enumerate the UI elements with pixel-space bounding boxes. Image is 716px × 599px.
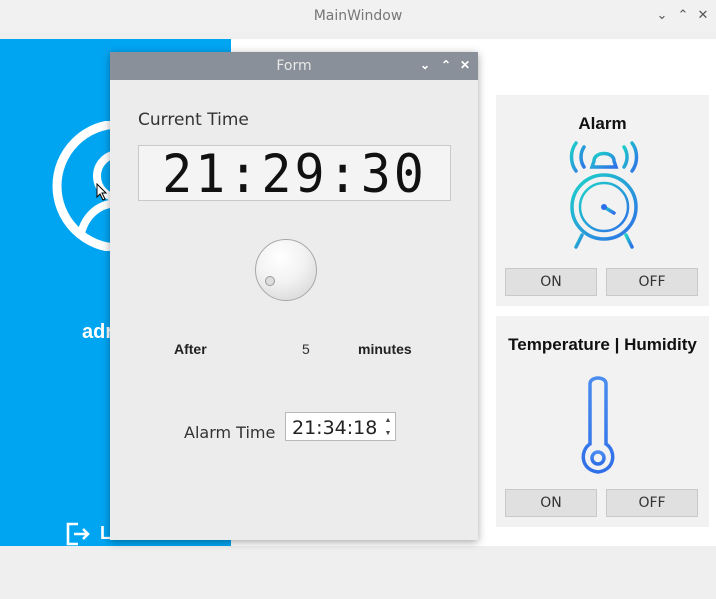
close-icon[interactable]: ✕ <box>696 8 710 22</box>
spin-down-arrow-icon[interactable]: ▼ <box>382 427 394 440</box>
main-window-title: MainWindow <box>313 8 403 24</box>
mouse-cursor-icon <box>96 183 108 201</box>
minutes-value: 5 <box>302 341 310 357</box>
current-time-lcd-display: 21:29:30 <box>138 143 451 205</box>
alarm-card: Alarm ON OFF <box>496 95 709 306</box>
after-label: After <box>174 341 207 357</box>
alarm-time-value[interactable]: 21:34:18 <box>292 417 377 439</box>
alarm-time-edit[interactable]: 21:34:18 ▲ ▼ <box>285 412 396 441</box>
alarm-on-button[interactable]: ON <box>505 268 597 296</box>
temperature-humidity-card: Temperature | Humidity ON OFF <box>496 316 709 527</box>
main-window-titlebar[interactable]: MainWindow ⌄ ⌃ ✕ <box>0 0 716 32</box>
minimize-chevron-icon[interactable]: ⌄ <box>655 8 669 22</box>
form-titlebar[interactable]: Form ⌄ ⌃ ✕ <box>110 52 478 80</box>
dial-notch-icon <box>265 276 275 286</box>
minutes-label: minutes <box>358 341 412 357</box>
form-maximize-chevron-icon[interactable]: ⌃ <box>439 58 453 72</box>
temperature-card-title: Temperature | Humidity <box>508 335 697 354</box>
current-time-label: Current Time <box>138 110 249 130</box>
form-close-icon[interactable]: ✕ <box>458 58 472 72</box>
alarm-clock-icon <box>569 141 639 249</box>
maximize-chevron-icon[interactable]: ⌃ <box>676 8 690 22</box>
temperature-off-button[interactable]: OFF <box>606 489 698 517</box>
logout-icon[interactable] <box>64 520 92 548</box>
spin-up-arrow-icon[interactable]: ▲ <box>382 414 394 427</box>
thermometer-icon <box>581 376 636 474</box>
minutes-dial[interactable] <box>255 239 317 301</box>
username-label: adr <box>82 321 114 343</box>
form-dialog: Form ⌄ ⌃ ✕ Current Time 21:29:30 After 5… <box>110 52 478 540</box>
alarm-off-button[interactable]: OFF <box>606 268 698 296</box>
current-time-value: 21:29:30 <box>162 143 427 205</box>
alarm-card-title: Alarm <box>578 114 627 133</box>
main-window-bottom-area <box>0 546 716 599</box>
alarm-time-label: Alarm Time <box>184 423 276 442</box>
form-minimize-chevron-icon[interactable]: ⌄ <box>418 58 432 72</box>
temperature-on-button[interactable]: ON <box>505 489 597 517</box>
